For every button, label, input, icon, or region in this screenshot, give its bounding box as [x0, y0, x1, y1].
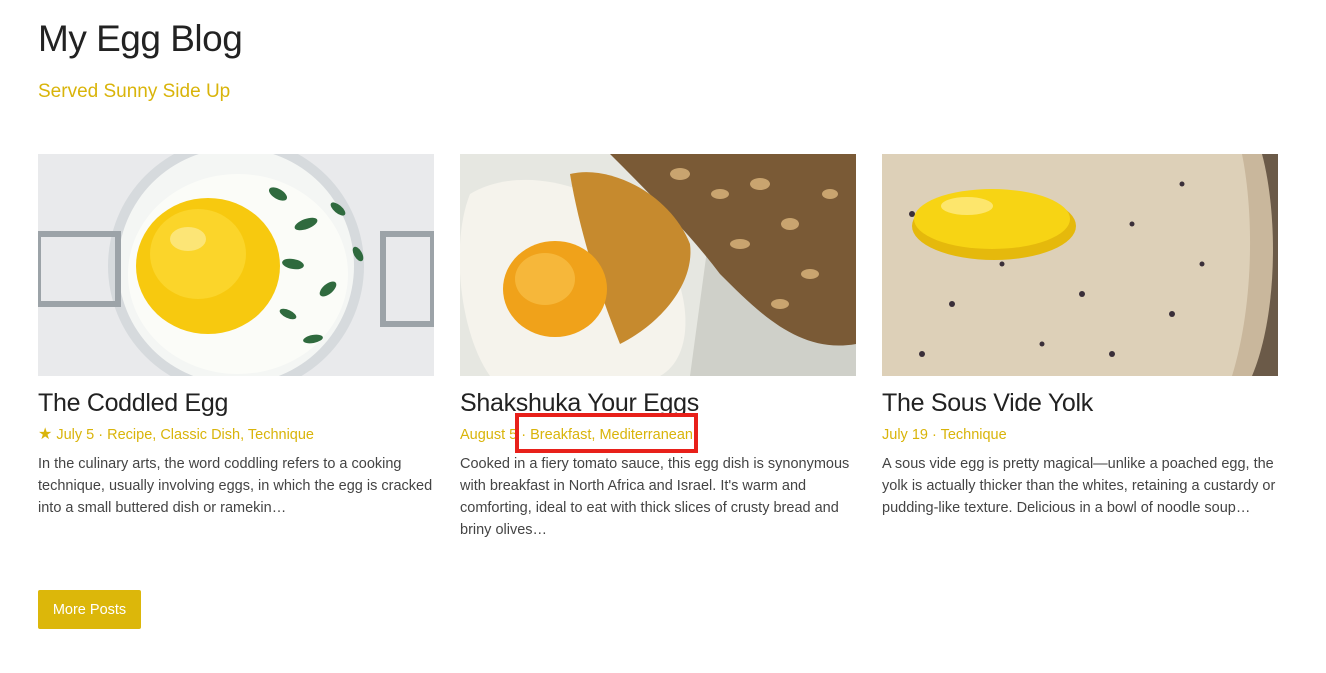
category-link-technique[interactable]: Technique [248, 427, 314, 443]
site-tagline: Served Sunny Side Up [38, 81, 231, 102]
post-date-link[interactable]: August 5 [460, 427, 517, 443]
post-date-link[interactable]: July 19 [882, 427, 928, 443]
post-excerpt: Cooked in a fiery tomato sauce, this egg… [460, 456, 850, 538]
post-thumbnail-sous-vide[interactable] [882, 154, 1278, 376]
highlight-annotation-box [515, 413, 698, 453]
sous-vide-yolk-image [882, 154, 1278, 376]
meta-separator: · [94, 427, 108, 443]
post-card: Shakshuka Your Eggs August 5 · Breakfast… [460, 154, 856, 541]
post-title[interactable]: The Sous Vide Yolk [882, 388, 1278, 418]
post-title[interactable]: The Coddled Egg [38, 388, 434, 418]
post-card: The Sous Vide Yolk July 19 · Technique A… [882, 154, 1278, 519]
post-thumbnail-coddled-egg[interactable] [38, 154, 434, 376]
post-card: The Coddled Egg ★ July 5 · Recipe, Classi… [38, 154, 434, 519]
category-link-technique[interactable]: Technique [941, 427, 1007, 443]
post-meta: ★ July 5 · Recipe, Classic Dish, Techniqu… [38, 426, 314, 443]
star-icon: ★ [38, 426, 53, 443]
meta-separator: · [927, 427, 941, 443]
shakshuka-image [460, 154, 856, 376]
post-date-link[interactable]: July 5 [56, 427, 94, 443]
category-link-classic-dish[interactable]: Classic Dish [160, 427, 240, 443]
more-posts-button[interactable]: More Posts [38, 590, 141, 629]
post-excerpt: A sous vide egg is pretty magical—unlike… [882, 456, 1276, 516]
post-meta: July 19 · Technique [882, 426, 1278, 444]
category-link-recipe[interactable]: Recipe [107, 427, 152, 443]
site-title[interactable]: My Egg Blog [38, 18, 243, 60]
coddled-egg-image [38, 154, 434, 376]
post-excerpt: In the culinary arts, the word coddling … [38, 456, 433, 516]
post-thumbnail-shakshuka[interactable] [460, 154, 856, 376]
